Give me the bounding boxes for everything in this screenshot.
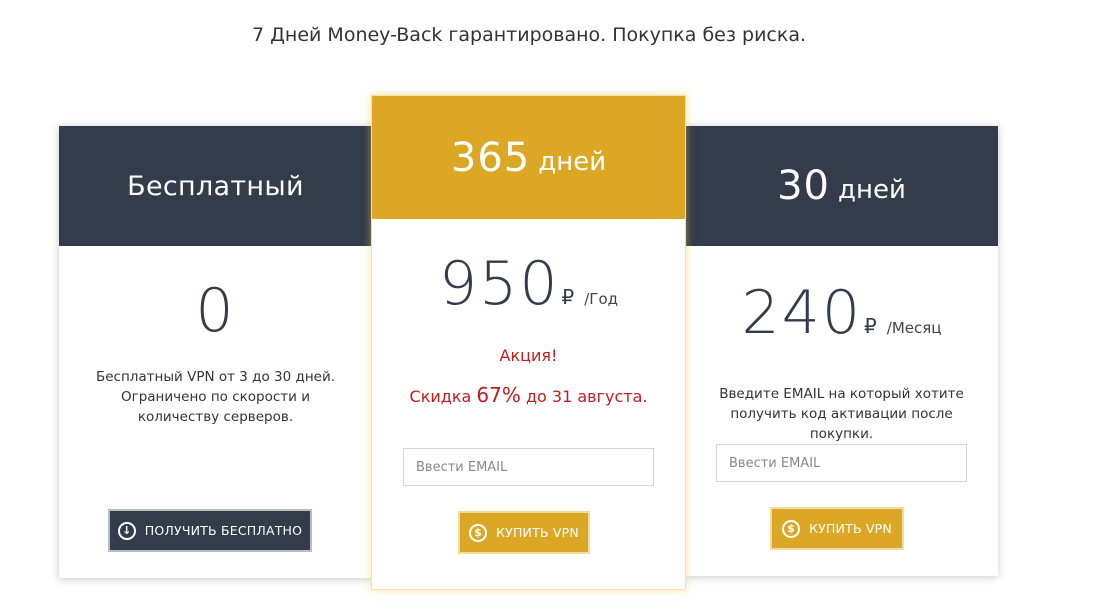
price-period-365: /Год [584, 290, 618, 308]
get-free-button[interactable]: ↓ ПОЛУЧИТЬ БЕСПЛАТНО [108, 509, 312, 552]
currency-symbol-365: ₽ [561, 285, 575, 309]
plan-card-free: Бесплатный 0 Бесплатный VPN от 3 до 30 д… [59, 126, 372, 578]
money-back-tagline: 7 Дней Money-Back гарантировано. Покупка… [251, 24, 807, 46]
price-365: 950 ₽ /Год [372, 249, 685, 319]
buy-vpn-button-30[interactable]: $ КУПИТЬ VPN [770, 507, 904, 550]
plan-card-30: 30 дней 240 ₽ /Месяц Введите EMAIL на ко… [685, 126, 998, 576]
price-value-free: 0 [195, 276, 236, 346]
plan-title-unit-365: дней [538, 146, 607, 177]
promo-title: Акция! [499, 346, 558, 365]
plan-description-free: Бесплатный VPN от 3 до 30 дней. Ограниче… [95, 369, 336, 425]
promo-suffix: до 31 августа. [525, 387, 648, 406]
currency-symbol-30: ₽ [864, 314, 877, 338]
price-value-30: 240 [741, 278, 863, 348]
email-input-365[interactable] [403, 448, 654, 486]
plan-header-365: 365 дней [372, 96, 685, 219]
price-value-365: 950 [438, 249, 560, 319]
dollar-circle-icon: $ [782, 519, 801, 538]
promo-discount: Скидка 67% до 31 августа. [372, 383, 685, 407]
plan-description-30: Введите EMAIL на который хотите получить… [719, 386, 964, 442]
plan-title-unit-30: дней [838, 175, 906, 205]
buy-vpn-button-365[interactable]: $ КУПИТЬ VPN [458, 511, 590, 554]
plan-title-number-365: 365 [450, 134, 531, 181]
plan-header-30: 30 дней [685, 126, 998, 246]
price-free: 0 [59, 276, 372, 346]
price-period-30: /Месяц [886, 319, 942, 337]
plan-card-365: 365 дней 950 ₽ /Год Акция! Скидка 67% до… [371, 95, 686, 590]
plan-header-free: Бесплатный [59, 126, 372, 246]
promo-percent: 67% [476, 383, 521, 407]
plan-title-free: Бесплатный [127, 170, 304, 202]
email-input-30[interactable] [716, 444, 967, 482]
plan-title-number-30: 30 [777, 163, 831, 209]
get-free-button-label: ПОЛУЧИТЬ БЕСПЛАТНО [144, 523, 303, 538]
buy-vpn-button-label-30: КУПИТЬ VPN [809, 521, 892, 536]
price-30: 240 ₽ /Месяц [685, 278, 998, 348]
dollar-circle-icon: $ [469, 523, 488, 542]
buy-vpn-button-label-365: КУПИТЬ VPN [496, 525, 579, 540]
download-circle-icon: ↓ [117, 521, 136, 540]
promo-prefix: Скидка [409, 387, 472, 406]
